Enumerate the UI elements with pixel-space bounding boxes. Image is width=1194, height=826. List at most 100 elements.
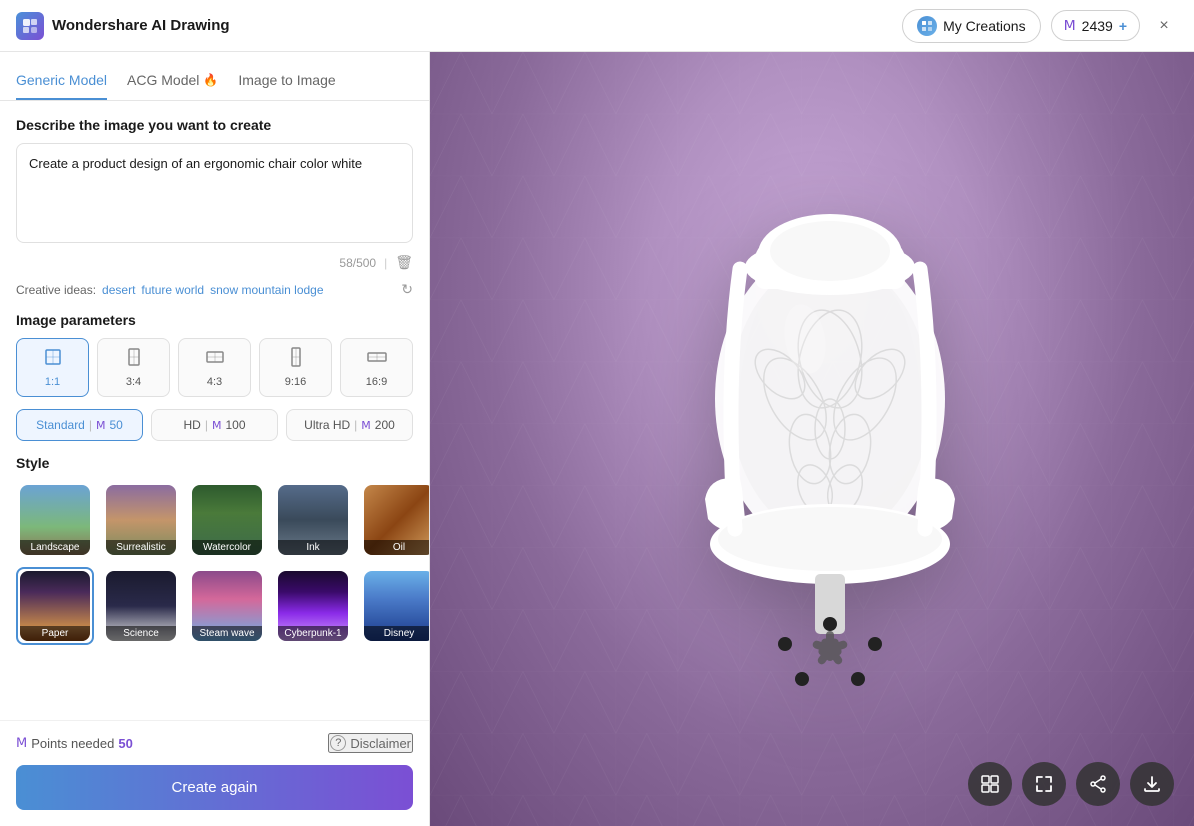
style-section-title: Style [16, 455, 413, 471]
prompt-section-title: Describe the image you want to create [16, 117, 413, 133]
style-label-oil: Oil [364, 540, 430, 555]
ratio-grid: 1:1 3:4 4:3 [16, 338, 413, 397]
quality-standard[interactable]: Standard | Ⅿ 50 [16, 409, 143, 441]
trash-icon[interactable]: 🗑 [395, 254, 413, 271]
style-disney[interactable]: Disney [360, 567, 430, 645]
image-parameters-section: Image parameters 1:1 3:4 [16, 312, 413, 441]
style-thumb-watercolor: Watercolor [192, 485, 262, 555]
style-label-paper: Paper [20, 626, 90, 641]
app-logo [16, 12, 44, 40]
style-paper[interactable]: Paper [16, 567, 94, 645]
creative-ideas: Creative ideas: desert future world snow… [16, 281, 413, 298]
tab-image-to-image[interactable]: Image to Image [238, 64, 335, 100]
tabs: Generic Model ACG Model 🔥 Image to Image [0, 52, 429, 101]
ratio-4-3[interactable]: 4:3 [178, 338, 251, 397]
style-thumb-disney: Disney [364, 571, 430, 641]
prompt-textarea[interactable]: Create a product design of an ergonomic … [16, 143, 413, 243]
style-thumb-steamwave: Steam wave [192, 571, 262, 641]
title-bar: Wondershare AI Drawing My Creations Ⅿ 24… [0, 0, 1194, 52]
style-thumb-paper: Paper [20, 571, 90, 641]
style-science[interactable]: Science [102, 567, 180, 645]
right-panel [430, 52, 1194, 826]
my-creations-icon [917, 16, 937, 36]
style-cyberpunk1[interactable]: Cyberpunk-1 [274, 567, 352, 645]
chair-illustration [620, 179, 1020, 699]
close-button[interactable]: × [1150, 12, 1178, 40]
ratio-1-1[interactable]: 1:1 [16, 338, 89, 397]
style-thumb-surrealistic: Surrealistic [106, 485, 176, 555]
generated-image [430, 52, 1194, 826]
credits-icon: Ⅿ [1064, 17, 1076, 34]
style-label-steamwave: Steam wave [192, 626, 262, 641]
style-thumb-ink: Ink [278, 485, 348, 555]
style-oil[interactable]: Oil [360, 481, 430, 559]
points-needed: Ⅿ Points needed 50 [16, 735, 133, 751]
credits-count: 2439 [1082, 18, 1113, 34]
tab-acg[interactable]: ACG Model 🔥 [127, 64, 218, 100]
char-count: 58/500 [339, 256, 376, 270]
ratio-icon-11 [43, 347, 63, 372]
ratio-icon-43 [205, 347, 225, 372]
ratio-icon-169 [367, 347, 387, 372]
style-thumb-landscape: Landscape [20, 485, 90, 555]
style-label-surrealistic: Surrealistic [106, 540, 176, 555]
credits-add: + [1119, 18, 1127, 34]
create-again-button[interactable]: Create again [16, 765, 413, 810]
disclaimer-button[interactable]: ? Disclaimer [328, 733, 413, 753]
quality-hd[interactable]: HD | Ⅿ 100 [151, 409, 278, 441]
panel-content: Describe the image you want to create Cr… [0, 101, 429, 720]
style-steamwave[interactable]: Steam wave [188, 567, 266, 645]
ratio-label-11: 1:1 [45, 376, 60, 388]
expand-button[interactable] [1022, 762, 1066, 806]
style-ink[interactable]: Ink [274, 481, 352, 559]
download-button[interactable] [1130, 762, 1174, 806]
style-watercolor[interactable]: Watercolor [188, 481, 266, 559]
app-title: Wondershare AI Drawing [52, 17, 230, 34]
quality-hd-m: Ⅿ [212, 419, 222, 432]
ratio-3-4[interactable]: 3:4 [97, 338, 170, 397]
ratio-label-43: 4:3 [207, 376, 222, 388]
ratio-label-916: 9:16 [285, 376, 306, 388]
quality-ultra-hd[interactable]: Ultra HD | Ⅿ 200 [286, 409, 413, 441]
ratio-label-169: 16:9 [366, 376, 387, 388]
refresh-icon[interactable]: ↻ [401, 281, 413, 298]
params-section-title: Image parameters [16, 312, 413, 328]
left-panel: Generic Model ACG Model 🔥 Image to Image… [0, 52, 430, 826]
quality-standard-m: Ⅿ [96, 419, 106, 432]
question-icon: ? [330, 735, 346, 751]
credits-button[interactable]: Ⅿ 2439 + [1051, 10, 1140, 41]
style-thumb-cyberpunk1: Cyberpunk-1 [278, 571, 348, 641]
ratio-16-9[interactable]: 16:9 [340, 338, 413, 397]
ratio-label-34: 3:4 [126, 376, 141, 388]
quality-ultrahd-m: Ⅿ [361, 419, 371, 432]
image-actions [968, 762, 1174, 806]
prompt-footer: 58/500 | 🗑 [16, 254, 413, 271]
tab-generic[interactable]: Generic Model [16, 64, 107, 100]
points-value: 50 [118, 736, 132, 751]
style-grid: Landscape Surrealistic [16, 481, 413, 645]
ratio-icon-34 [124, 347, 144, 372]
style-label-landscape: Landscape [20, 540, 90, 555]
creative-label: Creative ideas: [16, 283, 96, 297]
title-right: My Creations Ⅿ 2439 + × [902, 9, 1178, 43]
style-landscape[interactable]: Landscape [16, 481, 94, 559]
style-thumb-oil: Oil [364, 485, 430, 555]
style-label-cyberpunk1: Cyberpunk-1 [278, 626, 348, 641]
ratio-icon-916 [286, 347, 306, 372]
style-label-disney: Disney [364, 626, 430, 641]
my-creations-button[interactable]: My Creations [902, 9, 1040, 43]
share-button[interactable] [1076, 762, 1120, 806]
title-left: Wondershare AI Drawing [16, 12, 230, 40]
my-creations-label: My Creations [943, 18, 1025, 34]
separator: | [384, 256, 387, 270]
quality-grid: Standard | Ⅿ 50 HD | Ⅿ 100 Ultra HD | [16, 409, 413, 441]
bottom-row: Ⅿ Points needed 50 ? Disclaimer [0, 720, 429, 765]
idea-chip-1[interactable]: future world [141, 283, 204, 297]
restore-button[interactable] [968, 762, 1012, 806]
points-icon: Ⅿ [16, 735, 27, 751]
idea-chip-0[interactable]: desert [102, 283, 135, 297]
ratio-9-16[interactable]: 9:16 [259, 338, 332, 397]
idea-chip-2[interactable]: snow mountain lodge [210, 283, 323, 297]
style-surrealistic[interactable]: Surrealistic [102, 481, 180, 559]
style-label-ink: Ink [278, 540, 348, 555]
